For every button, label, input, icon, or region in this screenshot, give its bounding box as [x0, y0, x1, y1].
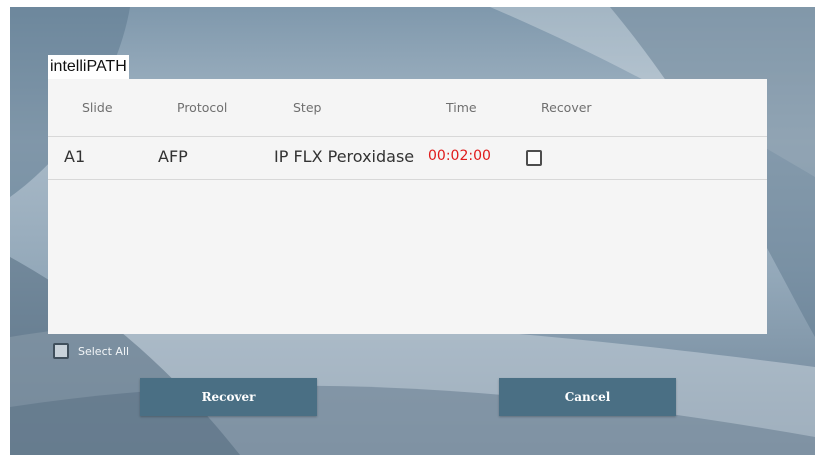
cell-protocol: AFP	[158, 147, 188, 166]
column-header-slide: Slide	[82, 100, 113, 115]
select-all-label: Select All	[78, 345, 130, 358]
select-all-checkbox[interactable]	[53, 343, 69, 359]
column-header-protocol: Protocol	[177, 100, 228, 115]
cell-time: 00:02:00	[428, 148, 491, 164]
recover-button[interactable]: Recover	[140, 378, 317, 416]
cell-step: IP FLX Peroxidase	[274, 147, 415, 166]
table-header: Slide Protocol Step Time Recover	[48, 79, 767, 137]
table-row: A1 AFP IP FLX Peroxidase 00:02:00	[48, 137, 767, 180]
column-header-time: Time	[446, 100, 477, 115]
recovery-table: Slide Protocol Step Time Recover A1 AFP …	[48, 79, 767, 334]
cell-slide: A1	[64, 147, 86, 166]
recover-checkbox[interactable]	[526, 150, 542, 166]
column-header-recover: Recover	[541, 100, 592, 115]
column-header-step: Step	[293, 100, 322, 115]
cancel-button[interactable]: Cancel	[499, 378, 676, 416]
app-title: intelliPATH	[48, 55, 129, 79]
